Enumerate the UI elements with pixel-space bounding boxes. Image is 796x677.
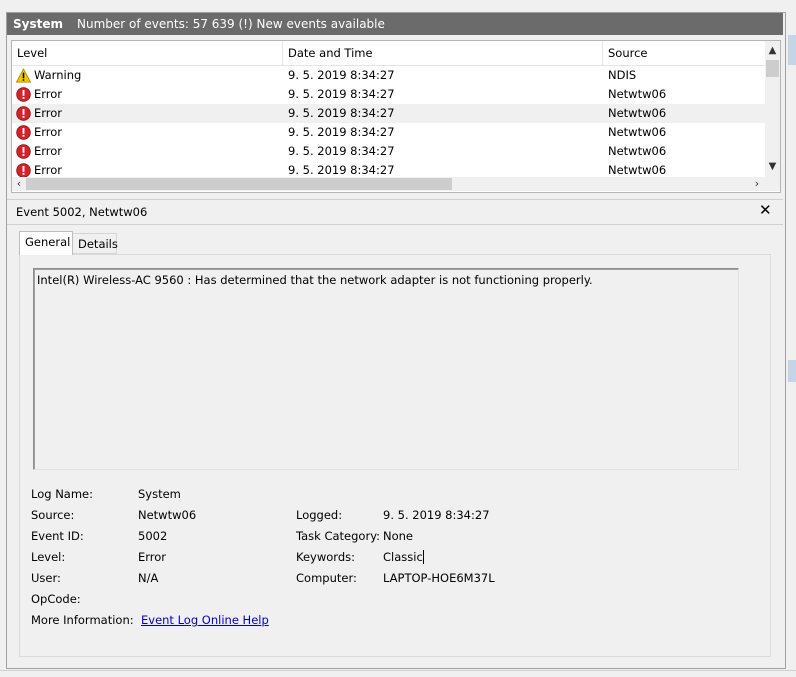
events-list-header: Level Date and Time Source [12,41,765,66]
task-category-label: Task Category: [296,529,381,543]
event-datetime: 9. 5. 2019 8:34:27 [288,144,395,158]
scroll-corner [765,177,780,191]
event-level: Error [34,163,63,177]
opcode-label: OpCode: [31,592,81,606]
event-row[interactable]: Error 9. 5. 2019 8:34:27 Netwtw06 [12,142,765,161]
close-icon[interactable]: ✕ [759,201,772,219]
event-datetime: 9. 5. 2019 8:34:27 [288,68,395,82]
log-name-label: Log Name: [31,487,93,501]
source-value: Netwtw06 [138,508,197,522]
column-header-level[interactable]: Level [12,41,283,65]
event-row[interactable]: Error 9. 5. 2019 8:34:27 Netwtw06 [12,85,765,104]
event-datetime: 9. 5. 2019 8:34:27 [288,87,395,101]
scroll-left-icon[interactable]: ‹ [12,177,26,191]
event-datetime: 9. 5. 2019 8:34:27 [288,106,395,120]
log-name-value: System [138,487,181,501]
event-level: Warning [34,68,82,82]
error-icon [16,125,31,140]
column-header-date-time[interactable]: Date and Time [283,41,603,65]
event-level: Error [34,87,63,101]
more-info-label: More Information: [31,613,134,627]
horizontal-scrollbar[interactable]: ‹ › [12,177,765,191]
event-count-text: Number of events: 57 639 (!) New events … [77,17,385,31]
error-icon [16,106,31,121]
error-icon [16,163,31,177]
event-detail-header: Event 5002, Netwtw06 ✕ [7,199,783,225]
events-list[interactable]: Level Date and Time Source Warning 9. 5.… [11,40,781,193]
tab-details[interactable]: Details [73,233,118,254]
column-header-source[interactable]: Source [603,41,765,65]
event-row-selected[interactable]: Error 9. 5. 2019 8:34:27 Netwtw06 [12,104,765,123]
log-title-bar: System Number of events: 57 639 (!) New … [7,13,783,35]
vertical-scroll-thumb[interactable] [766,60,779,77]
event-row[interactable]: Error 9. 5. 2019 8:34:27 Netwtw06 [12,123,765,142]
event-level: Error [34,144,63,158]
keywords-label: Keywords: [296,550,355,564]
source-label: Source: [31,508,75,522]
scroll-down-icon[interactable]: ▼ [765,159,780,175]
log-name: System [13,17,63,31]
user-value: N/A [138,571,159,585]
event-description: Intel(R) Wireless-AC 9560 : Has determin… [37,273,593,287]
event-level: Error [34,125,63,139]
event-datetime: 9. 5. 2019 8:34:27 [288,163,395,177]
user-label: User: [31,571,61,585]
event-source: Netwtw06 [608,163,667,177]
computer-value: LAPTOP-HOE6M37L [383,571,495,585]
adjacent-pane-edge [788,360,796,382]
scroll-up-icon[interactable]: ▲ [765,43,780,59]
event-source: Netwtw06 [608,106,667,120]
vertical-scrollbar[interactable]: ▲ ▼ [765,41,780,177]
logged-label: Logged: [296,508,343,522]
computer-label: Computer: [296,571,357,585]
task-category-value: None [383,529,414,543]
level-label: Level: [31,550,66,564]
event-row[interactable]: Warning 9. 5. 2019 8:34:27 NDIS [12,66,765,85]
event-id-value: 5002 [138,529,168,543]
logged-value: 9. 5. 2019 8:34:27 [383,508,490,522]
event-source: Netwtw06 [608,87,667,101]
horizontal-scroll-thumb[interactable] [26,178,452,190]
event-id-label: Event ID: [31,529,84,543]
event-source: Netwtw06 [608,144,667,158]
level-value: Error [138,550,167,564]
event-detail-title: Event 5002, Netwtw06 [16,205,148,219]
adjacent-pane-edge [788,35,796,65]
error-icon [16,87,31,102]
scroll-right-icon[interactable]: › [750,177,764,191]
warning-icon [16,68,31,83]
error-icon [16,144,31,159]
keywords-value[interactable]: Classic [383,550,424,564]
event-datetime: 9. 5. 2019 8:34:27 [288,125,395,139]
event-log-online-help-link[interactable]: Event Log Online Help [141,613,269,627]
event-level: Error [34,106,63,120]
bottom-divider [0,670,796,671]
event-source: NDIS [608,68,637,82]
event-source: Netwtw06 [608,125,667,139]
tab-general[interactable]: General [19,231,73,255]
event-row[interactable]: Error 9. 5. 2019 8:34:27 Netwtw06 [12,161,765,177]
event-description-box[interactable]: Intel(R) Wireless-AC 9560 : Has determin… [33,268,739,470]
